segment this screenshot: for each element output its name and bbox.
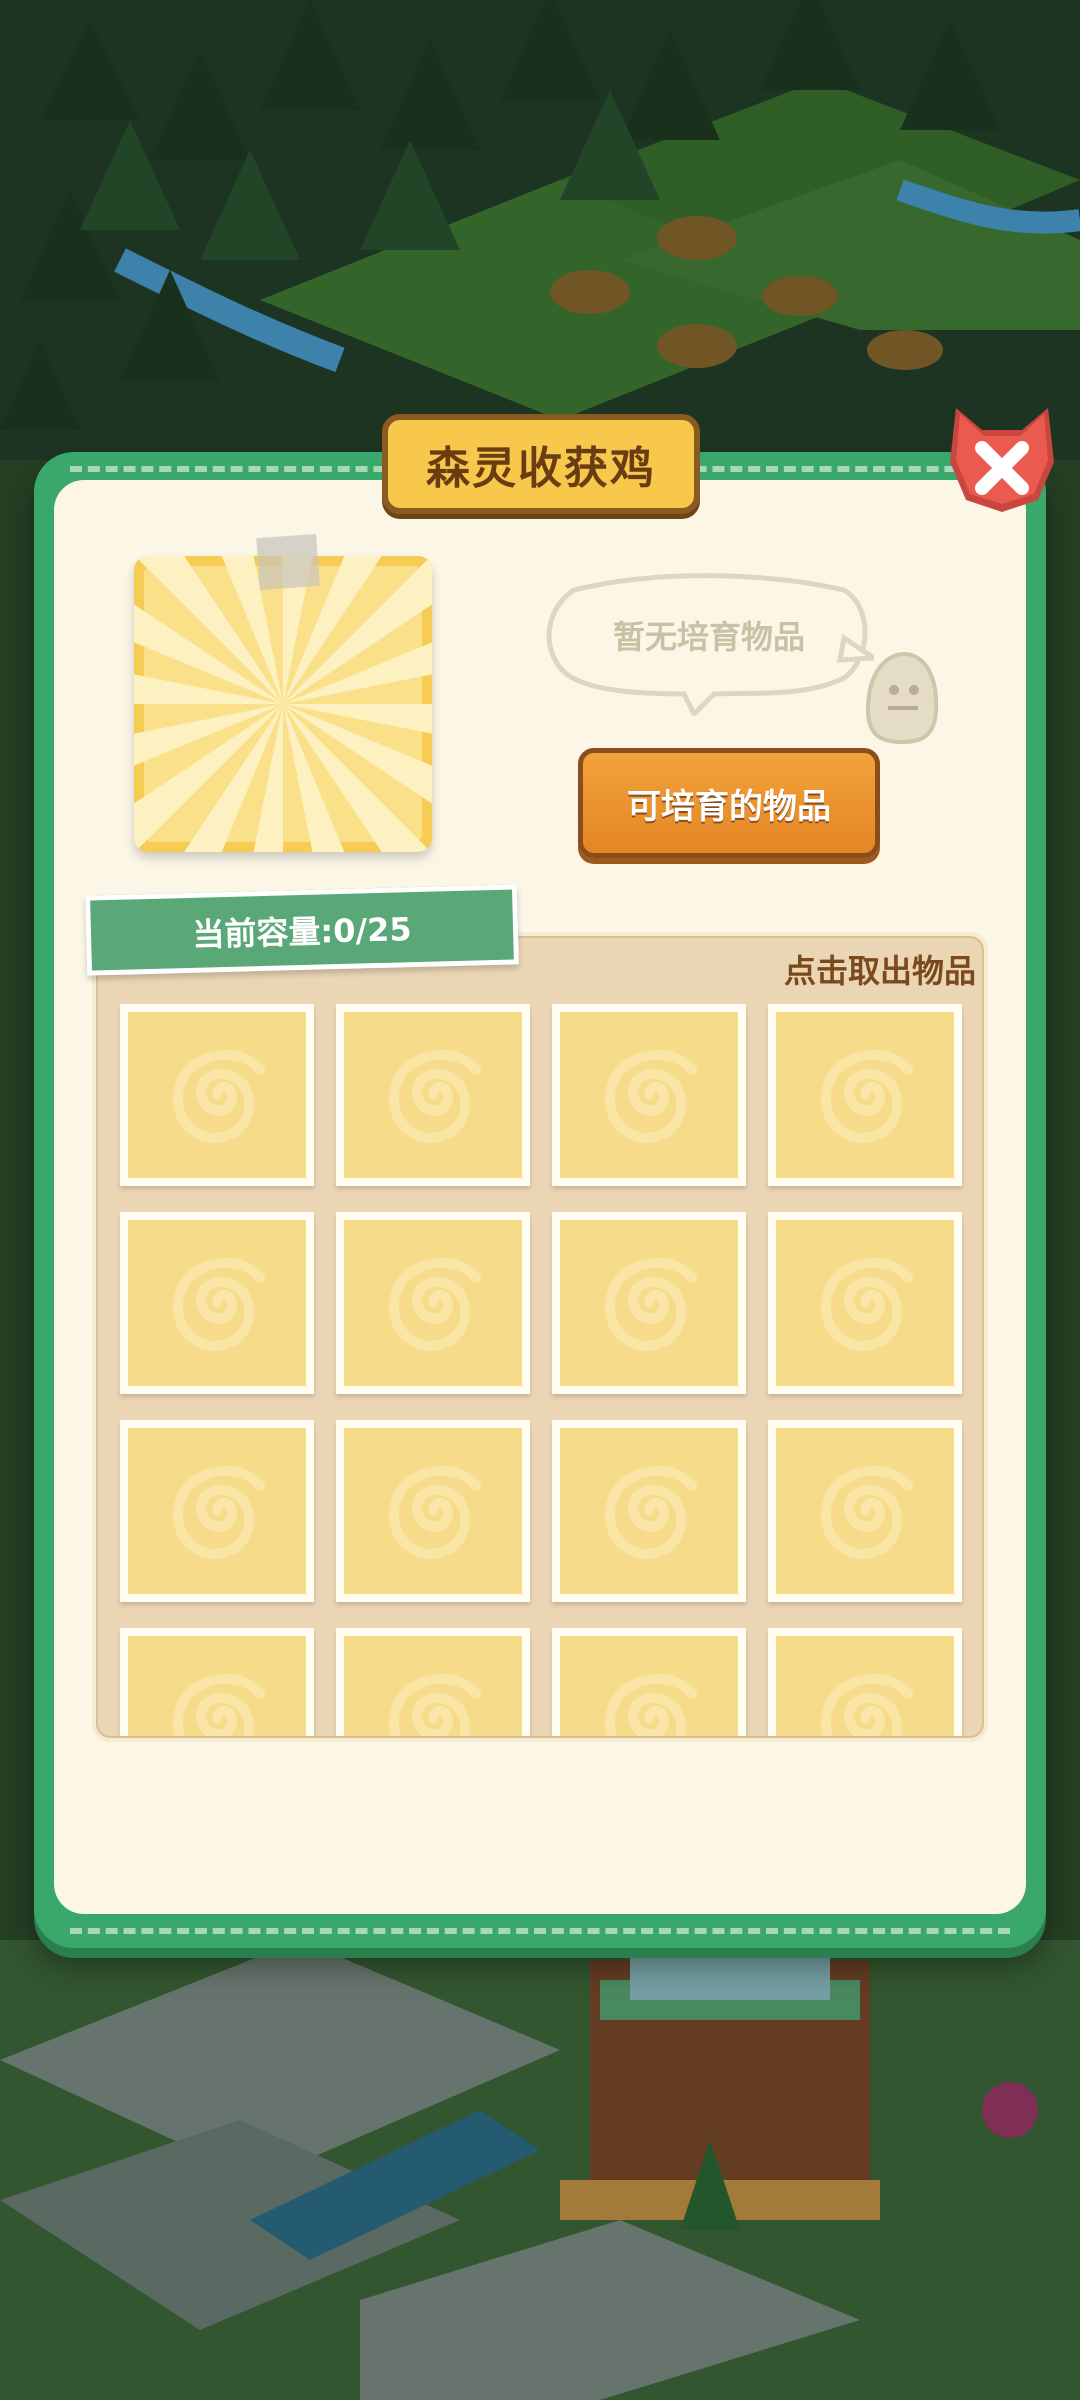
- frame-stitch-bottom: [70, 1928, 1010, 1934]
- empty-slot-swirl-icon: [820, 1673, 913, 1736]
- storage-slot[interactable]: [552, 1004, 746, 1186]
- empty-slot-swirl-icon: [820, 1257, 913, 1352]
- empty-slot-swirl-icon: [604, 1465, 697, 1560]
- storage-slot[interactable]: [336, 1628, 530, 1736]
- capacity-tag: 当前容量:0/25: [85, 884, 519, 976]
- capacity-label: 当前容量:0/25: [191, 910, 413, 954]
- empty-slot-swirl-icon: [388, 1465, 481, 1560]
- storage-slot[interactable]: [120, 1212, 314, 1394]
- dialog-title: 森灵收获鸡: [426, 443, 656, 494]
- breedable-items-label: 可培育的物品: [627, 786, 831, 827]
- empty-slot-swirl-icon: [388, 1049, 481, 1144]
- breedable-items-button[interactable]: 可培育的物品: [578, 748, 880, 858]
- close-x-icon: [950, 408, 1054, 512]
- storage-slot[interactable]: [768, 1004, 962, 1186]
- storage-slot[interactable]: [768, 1212, 962, 1394]
- empty-slot-swirl-icon: [172, 1049, 265, 1144]
- empty-slot-swirl-icon: [604, 1049, 697, 1144]
- empty-slot-swirl-icon: [820, 1049, 913, 1144]
- storage-slot[interactable]: [336, 1004, 530, 1186]
- empty-slot-swirl-icon: [172, 1673, 265, 1736]
- storage-slot[interactable]: [768, 1628, 962, 1736]
- empty-slot-swirl-icon: [172, 1465, 265, 1560]
- take-out-hint: 点击取出物品: [783, 952, 976, 990]
- dialog-title-tag: 森灵收获鸡: [382, 414, 700, 514]
- chick-silhouette-icon: [865, 651, 939, 745]
- tape-decoration: [256, 533, 320, 591]
- storage-slot[interactable]: [768, 1420, 962, 1602]
- storage-slot[interactable]: [552, 1420, 746, 1602]
- storage-slot[interactable]: [552, 1212, 746, 1394]
- empty-slot-swirl-icon: [604, 1673, 697, 1736]
- empty-slot-swirl-icon: [820, 1465, 913, 1560]
- storage-slot[interactable]: [336, 1212, 530, 1394]
- empty-slot-swirl-icon: [604, 1257, 697, 1352]
- storage-slot[interactable]: [336, 1420, 530, 1602]
- storage-slot[interactable]: [120, 1628, 314, 1736]
- storage-grid: [116, 1000, 966, 1736]
- empty-slot-swirl-icon: [388, 1673, 481, 1736]
- empty-slot-swirl-icon: [172, 1257, 265, 1352]
- storage-slot[interactable]: [552, 1628, 746, 1736]
- storage-slot[interactable]: [120, 1004, 314, 1186]
- sunburst-icon: [134, 556, 432, 852]
- incubating-item-slot[interactable]: [134, 556, 432, 852]
- storage-slot[interactable]: [120, 1420, 314, 1602]
- empty-status-text: 暂无培育物品: [612, 618, 805, 656]
- empty-slot-swirl-icon: [388, 1257, 481, 1352]
- close-button[interactable]: [942, 402, 1062, 518]
